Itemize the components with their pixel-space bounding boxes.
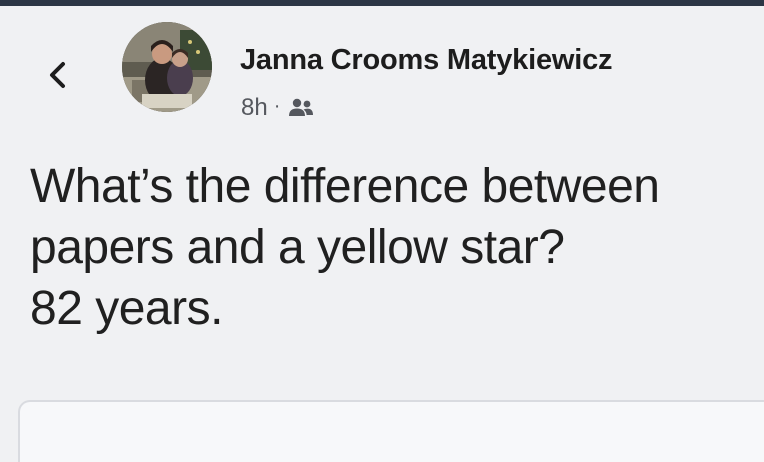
post-timestamp[interactable]: 8h xyxy=(241,94,268,122)
friends-icon[interactable] xyxy=(288,97,314,119)
back-button[interactable] xyxy=(40,58,74,92)
post-text-line: papers and a yellow star? xyxy=(30,221,565,274)
author-name[interactable]: Janna Crooms Matykiewicz xyxy=(240,44,613,77)
post-text-line: 82 years. xyxy=(30,282,223,335)
post-header: Janna Crooms Matykiewicz 8h · xyxy=(0,6,764,136)
embedded-card[interactable] xyxy=(18,400,764,462)
avatar-photo xyxy=(122,22,212,112)
post-meta: 8h · xyxy=(241,94,314,122)
chevron-left-icon xyxy=(50,62,65,88)
avatar[interactable] xyxy=(122,22,212,112)
post-text-line: What’s the difference between xyxy=(30,160,660,213)
meta-separator: · xyxy=(273,94,281,117)
post-text: What’s the difference between papers and… xyxy=(30,156,764,339)
